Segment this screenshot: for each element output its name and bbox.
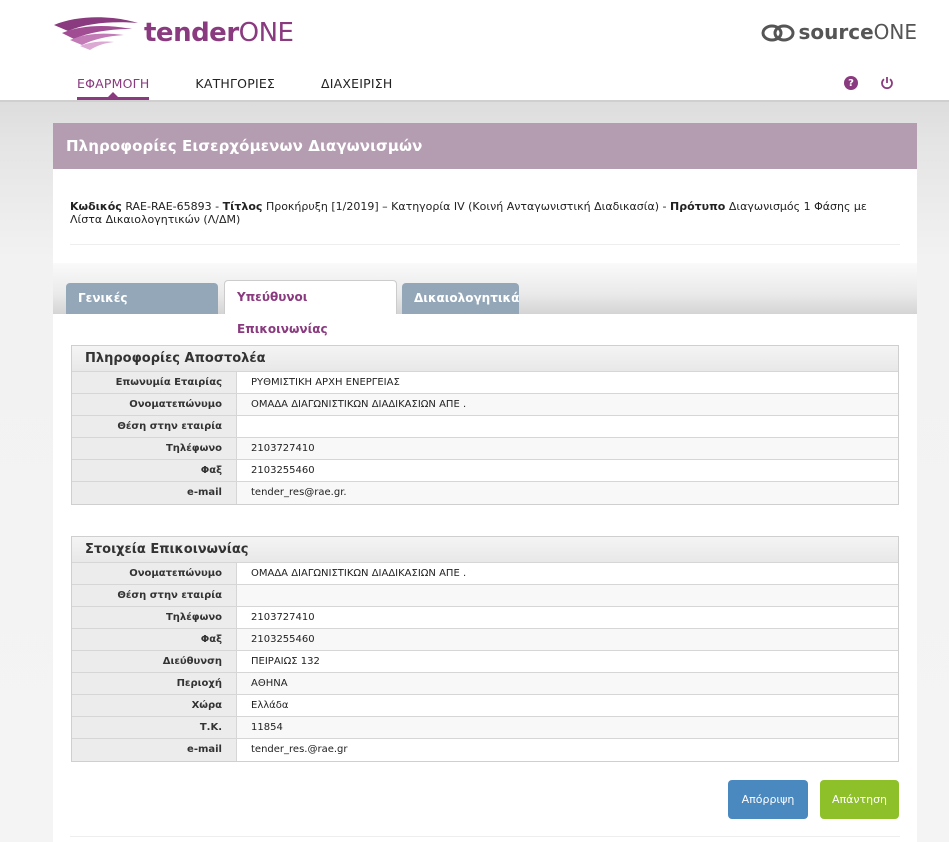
nav-item-diaxeirisi[interactable]: ΔΙΑΧΕΙΡΙΣΗ: [321, 76, 392, 100]
tab-bar: Γενικές Πληροφορίες Υπεύθυνοι Επικοινωνί…: [53, 263, 917, 336]
tab-general-info[interactable]: Γενικές Πληροφορίες: [66, 283, 218, 336]
tab-documents[interactable]: Δικαιολογητικά: [402, 283, 519, 314]
contact-info-title: Στοιχεία Επικοινωνίας: [72, 537, 898, 563]
main-nav: ΕΦΑΡΜΟΓΗ ΚΑΤΗΓΟΡΙΕΣ ΔΙΑΧΕΙΡΙΣΗ: [77, 76, 439, 100]
table-row: e-mail tender_res@rae.gr.: [72, 482, 898, 504]
code-label: Κωδικός: [70, 200, 122, 213]
row-value: tender_res.@rae.gr: [237, 739, 898, 761]
tenderone-brand-text: tenderONE: [144, 18, 294, 48]
row-label: Ονοματεπώνυμο: [72, 394, 237, 415]
tenderone-logo[interactable]: tenderONE: [52, 13, 294, 53]
row-value: ΑΘΗΝΑ: [237, 673, 898, 694]
row-value: Ελλάδα: [237, 695, 898, 716]
row-value: ΟΜΑΔΑ ΔΙΑΓΩΝΙΣΤΙΚΩΝ ΔΙΑΔΙΚΑΣΙΩΝ ΑΠΕ .: [237, 563, 898, 584]
sender-info-title: Πληροφορίες Αποστολέα: [72, 346, 898, 372]
title-label: Τίτλος: [222, 200, 263, 213]
table-row: Διεύθυνση ΠΕΙΡΑΙΩΣ 132: [72, 651, 898, 673]
row-label: e-mail: [72, 739, 237, 761]
row-label: Φαξ: [72, 460, 237, 481]
row-label: Διεύθυνση: [72, 651, 237, 672]
row-label: Περιοχή: [72, 673, 237, 694]
sourceone-logo: sourceONE: [760, 20, 917, 44]
top-header: tenderONE sourceONE ΕΦΑΡΜΟΓΗ ΚΑΤΗΓΟΡΙΕΣ …: [0, 0, 949, 102]
row-value: [237, 585, 898, 606]
infinity-logo-icon: [761, 24, 795, 42]
template-label: Πρότυπο: [670, 200, 726, 213]
row-value: ΟΜΑΔΑ ΔΙΑΓΩΝΙΣΤΙΚΩΝ ΔΙΑΔΙΚΑΣΙΩΝ ΑΠΕ .: [237, 394, 898, 415]
wing-logo-icon: [54, 17, 138, 50]
table-row: Φαξ 2103255460: [72, 629, 898, 651]
contact-info-box: Στοιχεία Επικοινωνίας Ονοματεπώνυμο ΟΜΑΔΑ…: [71, 536, 899, 762]
row-value: 2103255460: [237, 629, 898, 650]
table-row: Φαξ 2103255460: [72, 460, 898, 482]
table-row: Περιοχή ΑΘΗΝΑ: [72, 673, 898, 695]
panel-title: Πληροφορίες Εισερχόμενων Διαγωνισμών: [53, 123, 917, 169]
tender-summary: Κωδικός RAE-RAE-65893 - Τίτλος Προκήρυξη…: [70, 200, 867, 226]
table-row: Τ.Κ. 11854: [72, 717, 898, 739]
row-value: tender_res@rae.gr.: [237, 482, 898, 504]
power-icon[interactable]: [880, 76, 894, 90]
table-row: Ονοματεπώνυμο ΟΜΑΔΑ ΔΙΑΓΩΝΙΣΤΙΚΩΝ ΔΙΑΔΙΚΑ…: [72, 563, 898, 585]
code-value: RAE-RAE-65893: [125, 200, 212, 213]
tender-info-panel: Πληροφορίες Εισερχόμενων Διαγωνισμών Κωδ…: [53, 123, 917, 842]
row-label: Τηλέφωνο: [72, 607, 237, 628]
row-value: 11854: [237, 717, 898, 738]
table-row: Επωνυμία Εταιρίας ΡΥΘΜΙΣΤΙΚΗ ΑΡΧΗ ΕΝΕΡΓΕΙ…: [72, 372, 898, 394]
answer-button[interactable]: Απάντηση: [820, 780, 899, 819]
table-row: Θέση στην εταιρία: [72, 416, 898, 438]
row-label: Φαξ: [72, 629, 237, 650]
table-row: Θέση στην εταιρία: [72, 585, 898, 607]
nav-item-katigories[interactable]: ΚΑΤΗΓΟΡΙΕΣ: [195, 76, 275, 100]
power-glyph-icon: [881, 77, 893, 90]
row-label: Επωνυμία Εταιρίας: [72, 372, 237, 393]
sender-info-table: Επωνυμία Εταιρίας ΡΥΘΜΙΣΤΙΚΗ ΑΡΧΗ ΕΝΕΡΓΕΙ…: [72, 372, 898, 504]
row-value: 2103255460: [237, 460, 898, 481]
row-value: ΠΕΙΡΑΙΩΣ 132: [237, 651, 898, 672]
row-label: Τηλέφωνο: [72, 438, 237, 459]
row-label: Ονοματεπώνυμο: [72, 563, 237, 584]
row-label: e-mail: [72, 482, 237, 504]
row-label: Χώρα: [72, 695, 237, 716]
row-value: ΡΥΘΜΙΣΤΙΚΗ ΑΡΧΗ ΕΝΕΡΓΕΙΑΣ: [237, 372, 898, 393]
contact-info-table: Ονοματεπώνυμο ΟΜΑΔΑ ΔΙΑΓΩΝΙΣΤΙΚΩΝ ΔΙΑΔΙΚΑ…: [72, 563, 898, 761]
tab-contacts[interactable]: Υπεύθυνοι Επικοινωνίας: [224, 280, 397, 336]
help-icon[interactable]: ?: [844, 76, 858, 90]
table-row: Ονοματεπώνυμο ΟΜΑΔΑ ΔΙΑΓΩΝΙΣΤΙΚΩΝ ΔΙΑΔΙΚΑ…: [72, 394, 898, 416]
reject-button[interactable]: Απόρριψη: [728, 780, 808, 819]
table-row: e-mail tender_res.@rae.gr: [72, 739, 898, 761]
sourceone-brand-text: sourceONE: [798, 20, 917, 44]
title-value: Προκήρυξη [1/2019] – Κατηγορία IV (Κοινή…: [265, 200, 660, 213]
row-label: Θέση στην εταιρία: [72, 585, 237, 606]
divider: [70, 244, 900, 245]
nav-icons: ?: [822, 76, 894, 90]
table-row: Τηλέφωνο 2103727410: [72, 607, 898, 629]
sender-info-box: Πληροφορίες Αποστολέα Επωνυμία Εταιρίας Ρ…: [71, 345, 899, 505]
row-value: 2103727410: [237, 607, 898, 628]
divider: [70, 836, 900, 837]
table-row: Τηλέφωνο 2103727410: [72, 438, 898, 460]
nav-item-efarmogi[interactable]: ΕΦΑΡΜΟΓΗ: [77, 76, 150, 100]
row-value: [237, 416, 898, 437]
row-label: Θέση στην εταιρία: [72, 416, 237, 437]
table-row: Χώρα Ελλάδα: [72, 695, 898, 717]
row-label: Τ.Κ.: [72, 717, 237, 738]
row-value: 2103727410: [237, 438, 898, 459]
